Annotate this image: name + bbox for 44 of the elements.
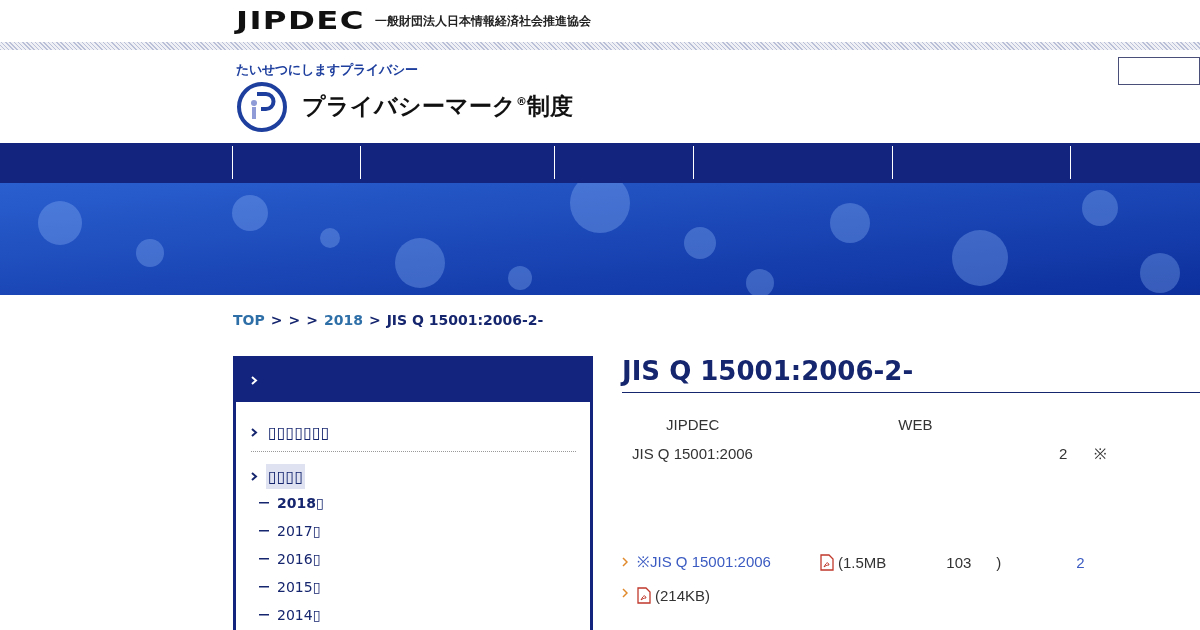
breadcrumb-current: JIS Q 15001:2006-2-	[386, 312, 544, 330]
body-text: 103	[946, 554, 972, 571]
sidebar-subitem[interactable]: 2015▯	[277, 579, 321, 595]
breadcrumb-separator: >	[306, 312, 318, 330]
sidebar-item[interactable]: ▯▯▯▯▯▯▯	[266, 420, 332, 445]
chevron-icon	[251, 376, 258, 385]
sidebar-subitem[interactable]: 2016▯	[277, 551, 321, 567]
file-size-text: (214KB)	[637, 586, 711, 604]
dash-icon	[259, 614, 269, 616]
body-text: WEB	[898, 415, 933, 433]
breadcrumb-separator: >	[270, 312, 283, 330]
breadcrumb-separator: >	[368, 312, 381, 330]
logo-tagline: たいせつにしますプライバシー	[236, 60, 419, 79]
chevron-icon	[251, 472, 258, 481]
breadcrumb-separator: >	[288, 312, 301, 330]
org-name: 一般財団法人日本情報経済社会推進協会	[375, 12, 592, 30]
document-link[interactable]: 2	[1076, 554, 1085, 571]
sidebar-subitem[interactable]: 2017▯	[277, 523, 321, 539]
chevron-icon	[622, 588, 628, 598]
dash-icon	[259, 558, 269, 560]
pdf-icon	[819, 554, 834, 571]
sidebar-item[interactable]: ▯▯▯▯	[266, 464, 306, 489]
sidebar-subitem[interactable]: 2018▯	[277, 495, 324, 511]
dash-icon	[259, 530, 269, 532]
body-text: )	[996, 554, 1002, 571]
privacy-mark-logo[interactable]	[236, 80, 288, 133]
page-title: JIS Q 15001:2006-2-	[622, 356, 1200, 393]
body-text: ※	[1094, 444, 1108, 463]
breadcrumb-link[interactable]: TOP	[233, 312, 265, 349]
sidebar-subitem[interactable]: 2014▯	[277, 607, 321, 623]
body-text: JIPDEC	[666, 415, 720, 433]
body-text: 2	[1058, 444, 1068, 462]
chevron-icon	[622, 557, 628, 567]
file-size-text: (1.5MB	[819, 554, 887, 571]
body-text: JIS Q 15001:2006	[632, 444, 753, 462]
search-field[interactable]	[1118, 57, 1200, 85]
document-link[interactable]: ※JIS Q 15001:2006	[637, 551, 771, 571]
breadcrumb-link[interactable]: 2018	[323, 312, 363, 349]
pdf-icon	[637, 586, 651, 604]
chevron-icon	[251, 428, 258, 437]
site-logo[interactable]: プライバシーマーク$^{®}$制度	[302, 91, 573, 122]
dash-icon	[259, 502, 269, 504]
dash-icon	[259, 586, 269, 588]
org-logo[interactable]: JIPDEC	[236, 7, 365, 35]
